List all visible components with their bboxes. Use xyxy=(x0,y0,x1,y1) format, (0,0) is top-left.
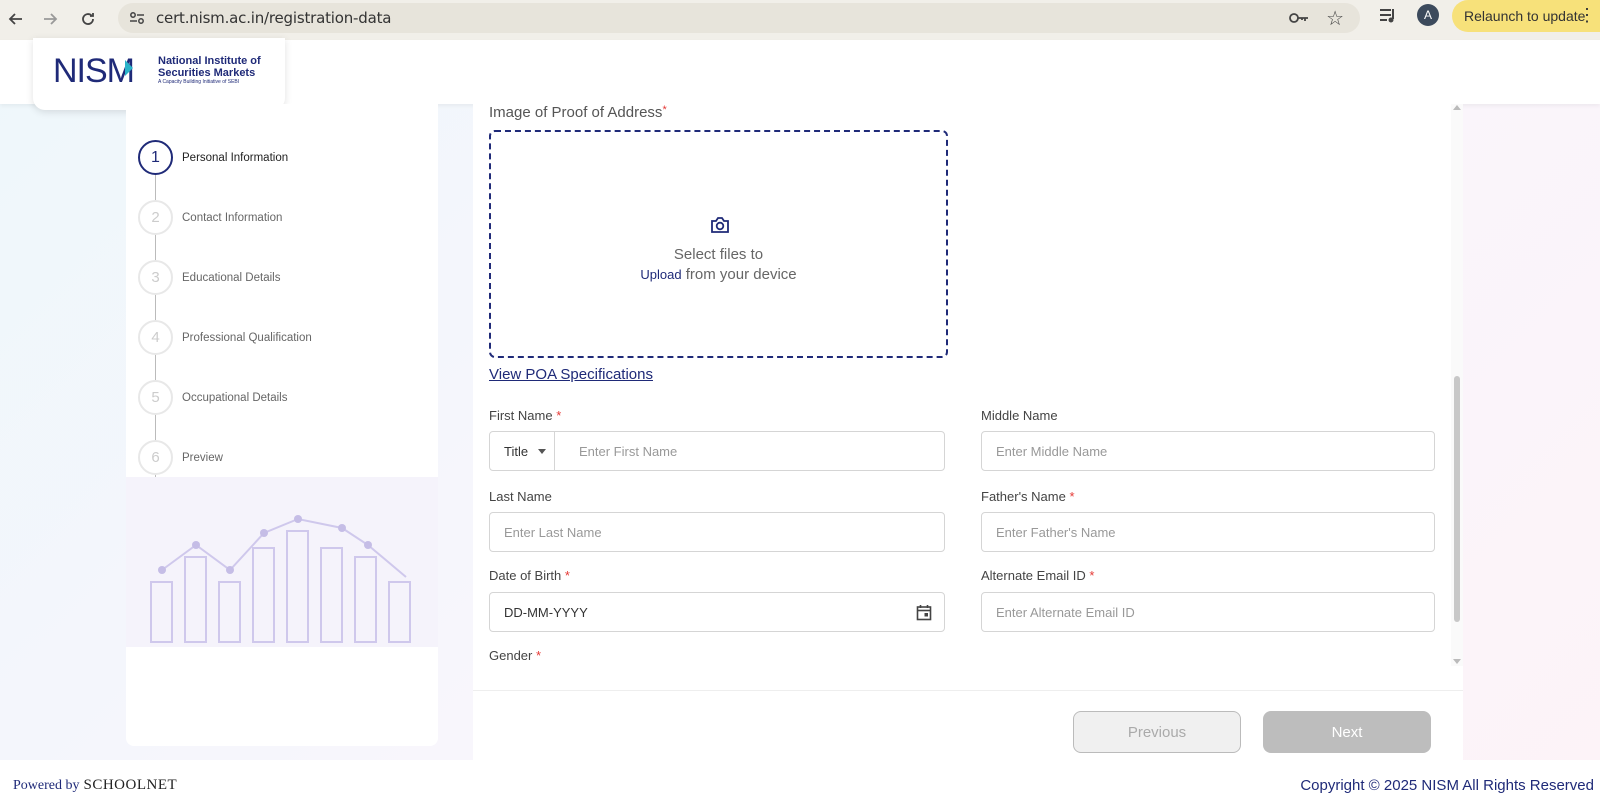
form-scrollbar[interactable] xyxy=(1451,104,1463,666)
step-label: Educational Details xyxy=(182,271,281,284)
first-name-label: First Name * xyxy=(489,408,562,423)
powered-by: Powered by SCHOOLNET xyxy=(13,777,178,793)
required-asterisk: * xyxy=(1069,489,1075,504)
gender-label: Gender * xyxy=(489,648,542,663)
bookmark-star-icon[interactable]: ☆ xyxy=(1326,6,1344,31)
relaunch-label: Relaunch to update xyxy=(1464,8,1586,24)
step-label: Personal Information xyxy=(182,151,289,164)
page-footer: Powered by SCHOOLNET Copyright © 2025 NIS… xyxy=(0,760,1600,795)
registration-steps-sidebar: 1 Personal Information 2 Contact Informa… xyxy=(126,104,438,746)
last-name-label: Last Name xyxy=(489,489,552,504)
media-controls-icon[interactable] xyxy=(1377,5,1405,33)
poa-field-label: Image of Proof of Address* xyxy=(489,104,667,121)
step-occupational-details[interactable]: 5 Occupational Details xyxy=(138,380,287,415)
step-number-6: 6 xyxy=(138,440,173,475)
dob-value: DD-MM-YYYY xyxy=(504,604,588,620)
copyright-text: Copyright © 2025 NISM All Rights Reserve… xyxy=(1300,777,1594,794)
last-name-input[interactable]: Enter Last Name xyxy=(489,512,945,552)
step-number-5: 5 xyxy=(138,380,173,415)
scroll-down-arrow-icon[interactable] xyxy=(1453,659,1461,664)
first-name-input[interactable]: Enter First Name xyxy=(554,431,945,471)
required-asterisk: * xyxy=(1089,568,1095,583)
step-number-1: 1 xyxy=(138,140,173,175)
step-label: Contact Information xyxy=(182,211,283,224)
nism-logo[interactable]: NISM National Institute of Securities Ma… xyxy=(33,38,285,110)
reload-icon[interactable] xyxy=(74,5,102,33)
step-label: Professional Qualification xyxy=(182,331,312,344)
calendar-icon[interactable] xyxy=(916,604,932,621)
middle-name-input[interactable]: Enter Middle Name xyxy=(981,431,1435,471)
nism-logo-mark: NISM xyxy=(53,52,135,86)
step-contact-information[interactable]: 2 Contact Information xyxy=(138,200,282,235)
back-arrow-icon[interactable] xyxy=(2,5,30,33)
fathers-name-label: Father's Name * xyxy=(981,489,1075,504)
address-bar[interactable]: cert.nism.ac.in/registration-data ☆ xyxy=(118,3,1360,33)
svg-text:NISM: NISM xyxy=(53,52,134,86)
camera-icon xyxy=(711,217,729,233)
registration-form: Image of Proof of Address* Select files … xyxy=(473,104,1463,690)
upload-link[interactable]: Upload xyxy=(640,267,681,282)
step-label: Preview xyxy=(182,451,223,464)
logo-name: National Institute of Securities Markets xyxy=(158,55,261,79)
password-key-icon[interactable] xyxy=(1288,8,1310,30)
bar-chart-illustration xyxy=(126,477,438,647)
forward-arrow-icon[interactable] xyxy=(36,5,64,33)
scroll-thumb[interactable] xyxy=(1454,376,1460,622)
schoolnet-logo[interactable]: SCHOOLNET xyxy=(84,777,178,793)
site-settings-icon[interactable] xyxy=(126,7,148,29)
view-poa-specifications-link[interactable]: View POA Specifications xyxy=(489,366,653,383)
poa-upload-dropzone[interactable]: Select files to Upload from your device xyxy=(489,130,948,358)
upload-instruction-rest: from your device xyxy=(685,266,797,283)
required-asterisk: * xyxy=(564,568,570,583)
step-personal-information[interactable]: 1 Personal Information xyxy=(138,140,288,175)
alt-email-input[interactable]: Enter Alternate Email ID xyxy=(981,592,1435,632)
next-button[interactable]: Next xyxy=(1263,711,1431,753)
step-number-4: 4 xyxy=(138,320,173,355)
previous-button[interactable]: Previous xyxy=(1073,711,1241,753)
browser-toolbar: cert.nism.ac.in/registration-data ☆ A Re… xyxy=(0,0,1600,40)
step-educational-details[interactable]: 3 Educational Details xyxy=(138,260,280,295)
scroll-up-arrow-icon[interactable] xyxy=(1453,105,1461,110)
upload-instruction-line2: Upload from your device xyxy=(491,266,946,283)
dob-label: Date of Birth * xyxy=(489,568,570,583)
url-text[interactable]: cert.nism.ac.in/registration-data xyxy=(156,9,391,27)
title-select[interactable]: Title xyxy=(489,431,555,471)
more-menu-icon[interactable]: ⋮ xyxy=(1578,6,1596,24)
dob-input[interactable]: DD-MM-YYYY xyxy=(489,592,945,632)
required-asterisk: * xyxy=(556,408,562,423)
step-preview[interactable]: 6 Preview xyxy=(138,440,223,475)
form-navigation: Previous Next xyxy=(473,690,1463,760)
required-asterisk: * xyxy=(662,104,667,116)
step-label: Occupational Details xyxy=(182,391,288,404)
caret-down-icon xyxy=(538,449,546,454)
alt-email-label: Alternate Email ID * xyxy=(981,568,1095,583)
step-number-2: 2 xyxy=(138,200,173,235)
upload-instruction-line1: Select files to xyxy=(673,246,764,263)
fathers-name-input[interactable]: Enter Father's Name xyxy=(981,512,1435,552)
relaunch-button[interactable]: Relaunch to update ⋮ xyxy=(1452,0,1600,32)
logo-tagline: A Capacity Building Initiative of SEBI xyxy=(158,79,240,85)
title-select-value: Title xyxy=(504,443,529,459)
profile-avatar[interactable]: A xyxy=(1417,4,1439,26)
middle-name-label: Middle Name xyxy=(981,408,1058,423)
required-asterisk: * xyxy=(536,648,542,663)
step-professional-qualification[interactable]: 4 Professional Qualification xyxy=(138,320,312,355)
step-number-3: 3 xyxy=(138,260,173,295)
